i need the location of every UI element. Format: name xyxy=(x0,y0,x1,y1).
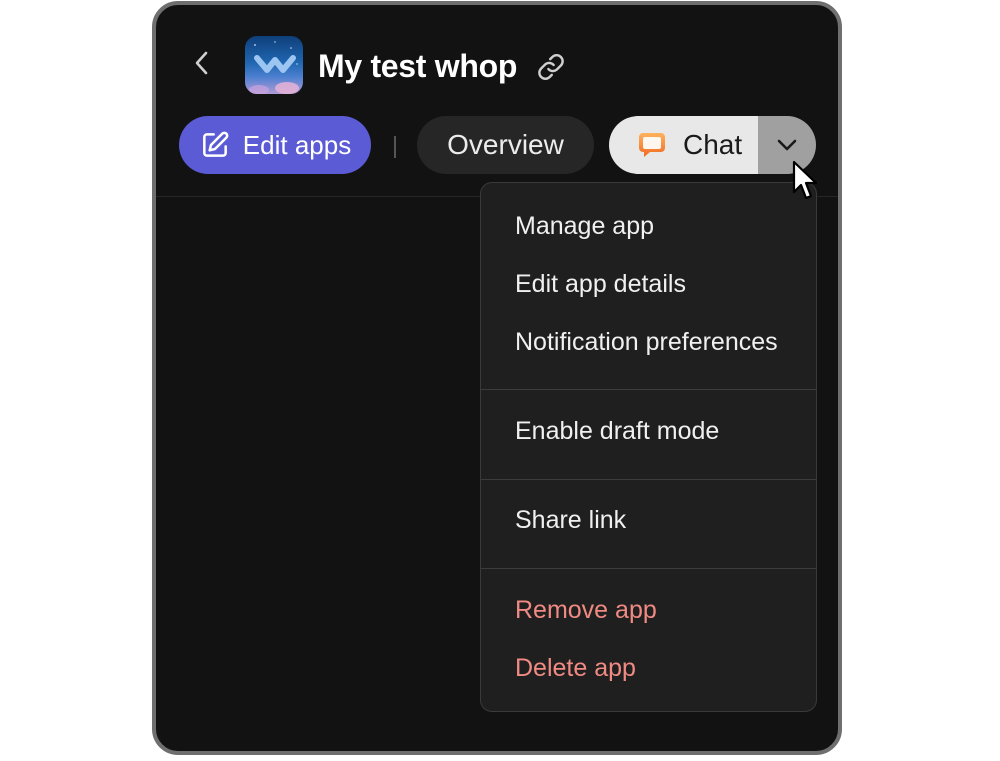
app-window: My test whop Edit apps Overview Chat Man… xyxy=(152,1,842,755)
chat-split-button: Chat xyxy=(609,116,816,174)
menu-item-notification-preferences[interactable]: Notification preferences xyxy=(515,327,778,357)
chevron-left-icon xyxy=(195,51,208,75)
chevron-down-icon xyxy=(777,139,797,151)
edit-apps-button[interactable]: Edit apps xyxy=(179,116,371,174)
dropdown-menu: Manage app Edit app details Notification… xyxy=(480,182,817,712)
app-logo-icon xyxy=(245,36,303,94)
tab-overview-label: Overview xyxy=(447,129,564,160)
menu-item-remove-app[interactable]: Remove app xyxy=(515,595,657,625)
menu-divider xyxy=(481,479,816,480)
menu-item-share-link[interactable]: Share link xyxy=(515,505,626,535)
edit-pencil-icon xyxy=(202,131,229,157)
toolbar-divider xyxy=(394,136,396,158)
menu-divider xyxy=(481,389,816,390)
tab-chat-label: Chat xyxy=(683,129,743,160)
menu-divider xyxy=(481,568,816,569)
menu-item-manage-app[interactable]: Manage app xyxy=(515,211,654,241)
copy-link-button[interactable] xyxy=(534,50,568,84)
edit-apps-label: Edit apps xyxy=(242,129,352,160)
speech-balloon-icon xyxy=(637,130,667,160)
link-icon xyxy=(538,54,564,80)
back-button[interactable] xyxy=(188,49,216,77)
menu-item-delete-app[interactable]: Delete app xyxy=(515,653,636,683)
menu-item-enable-draft-mode[interactable]: Enable draft mode xyxy=(515,416,719,446)
page-title: My test whop xyxy=(318,48,518,84)
tab-overview[interactable]: Overview xyxy=(417,116,594,174)
mouse-pointer-icon xyxy=(792,160,818,200)
menu-item-edit-app-details[interactable]: Edit app details xyxy=(515,269,686,299)
tab-chat[interactable]: Chat xyxy=(609,116,758,174)
